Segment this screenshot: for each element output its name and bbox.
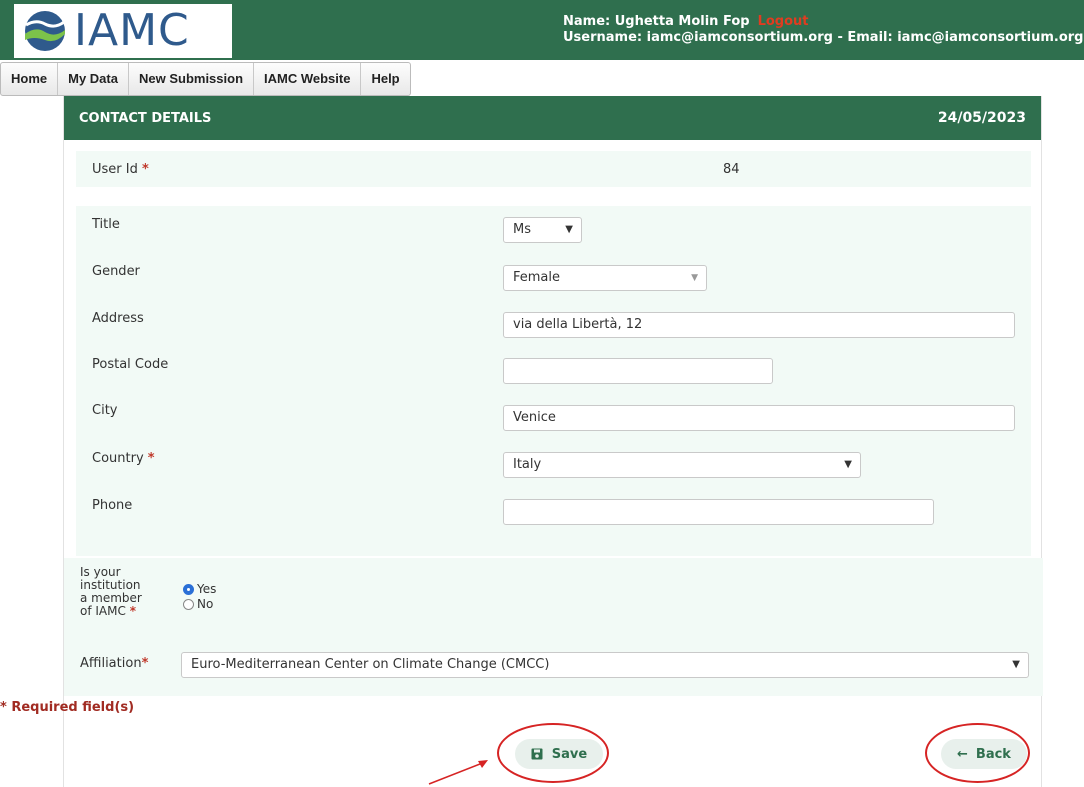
affiliation-select[interactable]: Euro-Mediterranean Center on Climate Cha… [181, 652, 1029, 678]
title-value: Ms [513, 222, 531, 237]
address-value: via della Libertà, 12 [513, 317, 643, 332]
member-question-label: Is your institution a member of IAMC * [80, 566, 142, 618]
nav-new-submission[interactable]: New Submission [129, 63, 255, 95]
country-select[interactable]: Italy ▼ [503, 452, 861, 478]
back-highlight-ring [925, 723, 1030, 783]
member-yes-label: Yes [197, 582, 217, 596]
affiliation-value: Euro-Mediterranean Center on Climate Cha… [191, 657, 550, 672]
gender-value: Female [513, 270, 561, 285]
logout-link[interactable]: Logout [758, 14, 809, 29]
user-id-value: 84 [723, 162, 740, 177]
phone-label: Phone [92, 498, 133, 513]
radio-unchecked-icon[interactable] [183, 598, 194, 610]
required-asterisk: * [129, 604, 136, 618]
panel-date: 24/05/2023 [937, 110, 1026, 126]
user-id-label-text: User Id [92, 162, 138, 177]
caret-down-icon: ▼ [691, 273, 698, 283]
details-box: Title Ms ▼ Gender Female ▼ Address via d… [76, 206, 1031, 556]
header-bar: IAMC Name: Ughetta Molin Fop Logout Usern… [0, 0, 1084, 60]
save-highlight-ring [497, 723, 609, 783]
chevron-down-icon: ▼ [844, 459, 852, 470]
nav-home[interactable]: Home [1, 63, 59, 95]
globe-logo-icon [25, 11, 65, 51]
logo-text: IAMC [74, 5, 190, 56]
required-fields-note: * Required field(s) [0, 700, 135, 715]
country-value: Italy [513, 457, 542, 472]
member-label-text: of IAMC [80, 604, 126, 618]
affiliation-label: Affiliation* [80, 656, 148, 671]
address-input[interactable]: via della Libertà, 12 [503, 312, 1015, 338]
user-name: Name: Ughetta Molin Fop [563, 14, 750, 29]
member-label-line: of IAMC * [80, 605, 142, 618]
title-select[interactable]: Ms ▼ [503, 217, 582, 243]
title-label: Title [92, 217, 120, 232]
nav-iamc-website[interactable]: IAMC Website [254, 63, 362, 95]
city-input[interactable]: Venice [503, 405, 1015, 431]
main-nav: Home My Data New Submission IAMC Website… [0, 62, 411, 96]
postal-code-label: Postal Code [92, 357, 169, 372]
gender-select[interactable]: Female ▼ [503, 265, 707, 291]
chevron-down-icon: ▼ [1012, 659, 1020, 670]
annotation-arrow-icon [428, 760, 488, 785]
membership-box: Is your institution a member of IAMC * Y… [64, 558, 1043, 696]
username-email: Username: iamc@iamconsortium.org - Email… [563, 30, 1084, 45]
member-no-label: No [197, 597, 214, 611]
user-id-label: User Id * [92, 162, 149, 177]
city-label: City [92, 403, 118, 418]
radio-checked-icon[interactable] [183, 583, 194, 595]
nav-my-data[interactable]: My Data [58, 63, 129, 95]
country-label: Country * [92, 451, 155, 466]
contact-details-panel: CONTACT DETAILS 24/05/2023 User Id * 84 … [63, 96, 1043, 787]
member-yes-option[interactable]: Yes [183, 582, 216, 596]
affiliation-label-text: Affiliation [80, 656, 142, 671]
required-asterisk: * [142, 162, 149, 177]
panel-title: CONTACT DETAILS [79, 110, 212, 126]
required-asterisk: * [147, 451, 155, 466]
postal-code-input[interactable] [503, 358, 773, 384]
iamc-logo[interactable]: IAMC [14, 4, 232, 58]
gender-label: Gender [92, 264, 140, 279]
nav-help[interactable]: Help [361, 63, 409, 95]
user-info: Name: Ughetta Molin Fop Logout Username: … [563, 14, 1084, 46]
city-value: Venice [513, 410, 556, 425]
address-label: Address [92, 311, 144, 326]
panel-header: CONTACT DETAILS 24/05/2023 [64, 96, 1041, 140]
user-id-box: User Id * 84 [76, 151, 1031, 187]
required-asterisk: * [141, 656, 149, 671]
phone-input[interactable] [503, 499, 934, 525]
chevron-down-icon: ▼ [565, 224, 573, 235]
country-label-text: Country [92, 451, 144, 466]
member-no-option[interactable]: No [183, 597, 213, 611]
